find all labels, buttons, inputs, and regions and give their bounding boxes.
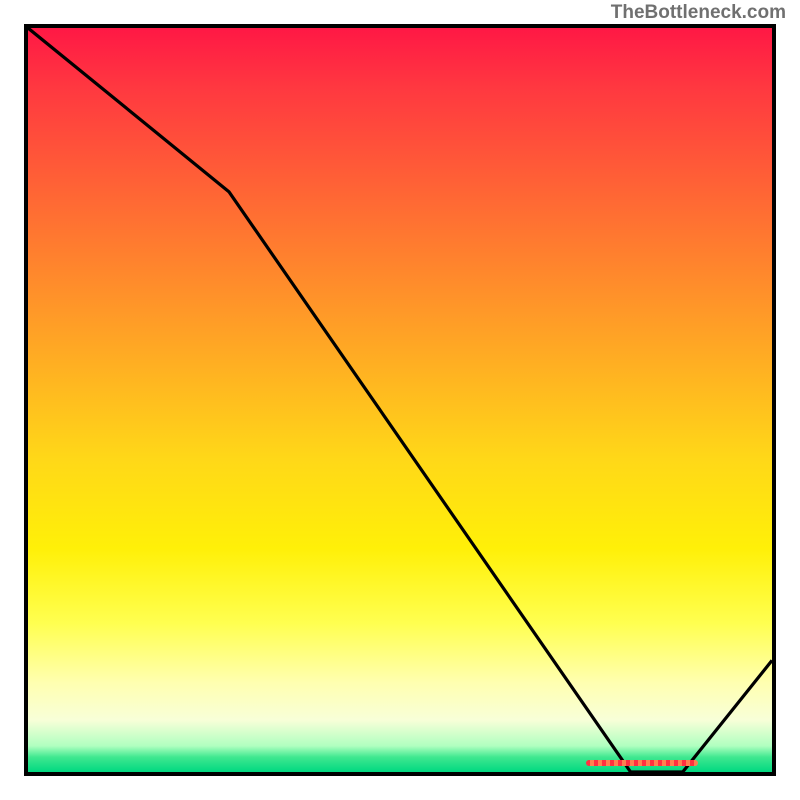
attribution-watermark: TheBottleneck.com bbox=[611, 2, 786, 24]
bottleneck-curve-path bbox=[28, 28, 772, 772]
bottleneck-curve-svg bbox=[28, 28, 772, 772]
chart-frame bbox=[24, 24, 776, 776]
optimal-range-marker bbox=[586, 760, 698, 766]
chart-plot-area bbox=[28, 28, 772, 772]
